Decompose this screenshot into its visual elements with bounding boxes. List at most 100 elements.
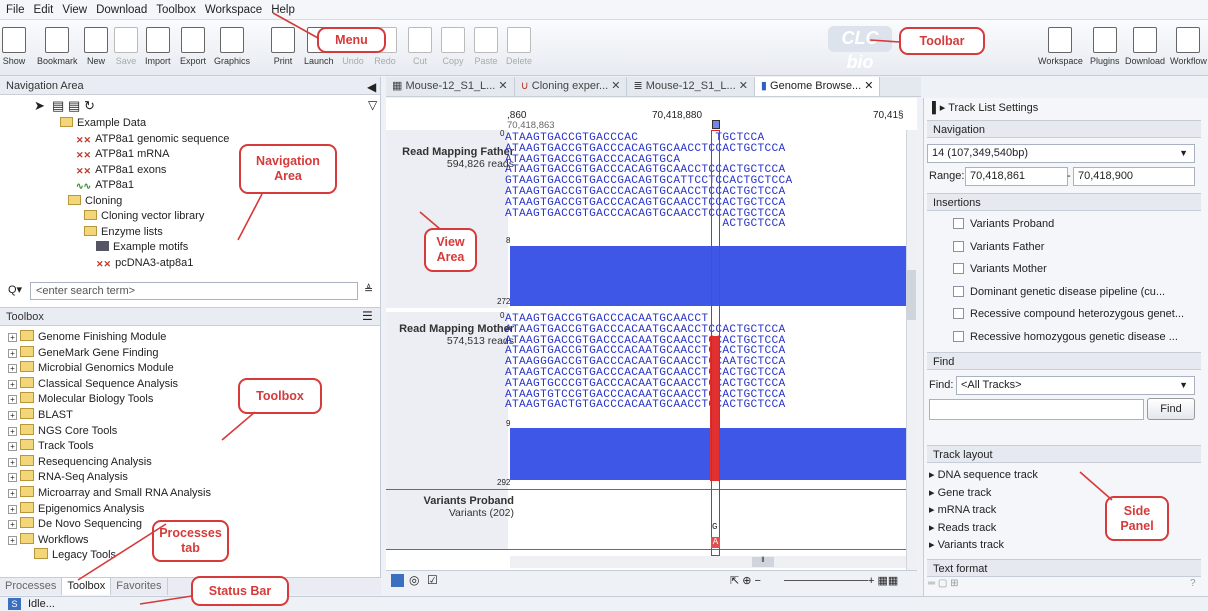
tab-mouse-2[interactable]: ≣ Mouse-12_S1_L... ✕ <box>627 77 755 96</box>
track-layout-section-header[interactable]: Track layout <box>927 445 1201 463</box>
horizontal-scroll-thumb[interactable]: ⫴ <box>752 557 774 567</box>
insertion-checkbox[interactable]: Variants Father <box>953 240 1044 253</box>
menu-help[interactable]: Help <box>271 4 295 16</box>
workflow-button[interactable]: Workflow <box>1170 27 1207 66</box>
track-layout-item[interactable]: ▸ DNA sequence track <box>929 468 1038 481</box>
expand-icon[interactable]: + <box>8 333 17 342</box>
menu-file[interactable]: File <box>6 4 25 16</box>
tab-processes[interactable]: Processes <box>0 578 63 595</box>
find-input[interactable] <box>929 399 1144 420</box>
help-icon[interactable]: ? <box>1190 578 1196 589</box>
insertion-checkbox[interactable]: Variants Mother <box>953 263 1047 275</box>
folder-icon[interactable]: ▤ <box>68 98 80 114</box>
insertion-checkbox[interactable]: Dominant genetic disease pipeline (cu... <box>953 285 1165 298</box>
checkbox-icon[interactable] <box>953 263 964 274</box>
download-button[interactable]: Download <box>1125 27 1165 66</box>
checkbox-icon[interactable] <box>953 218 964 229</box>
menu-toolbox[interactable]: Toolbox <box>156 4 196 16</box>
tab-mouse-1[interactable]: ▦ Mouse-12_S1_L... ✕ <box>386 77 515 96</box>
print-button[interactable]: Print <box>271 27 295 66</box>
zoom-in-icon[interactable]: + ▦▦ <box>868 574 898 587</box>
range-from-input[interactable]: 70,418,861 <box>965 167 1068 186</box>
vertical-scrollbar[interactable] <box>906 130 917 570</box>
paste-button[interactable]: Paste <box>474 27 498 66</box>
find-section-header[interactable]: Find <box>927 352 1201 370</box>
chromosome-select[interactable]: 14 (107,349,540bp) ▼ <box>927 144 1195 163</box>
text-format-section-header[interactable]: Text format <box>927 559 1201 577</box>
find-track-select[interactable]: <All Tracks> ▼ <box>956 376 1195 395</box>
menu-workspace[interactable]: Workspace <box>205 4 262 16</box>
copy-button[interactable]: Copy <box>441 27 465 66</box>
find-button[interactable]: Find <box>1147 398 1195 420</box>
view-mode-icon[interactable] <box>391 574 404 587</box>
checkbox-icon[interactable] <box>953 308 964 319</box>
toolbox-item[interactable]: + Track Tools <box>8 439 368 455</box>
collapse-panel-icon[interactable]: ◀ <box>367 80 376 94</box>
tree-item-pcdna3[interactable]: ✕✕ pcDNA3-atp8a1 <box>38 256 368 272</box>
tree-item-enzyme-lists[interactable]: Enzyme lists <box>38 225 368 241</box>
expand-icon[interactable]: + <box>8 379 17 389</box>
expand-icon[interactable]: + <box>8 426 17 436</box>
insertion-checkbox[interactable]: Recessive homozygous genetic disease ... <box>953 330 1178 343</box>
workspace-button[interactable]: Workspace <box>1038 27 1083 66</box>
cut-button[interactable]: Cut <box>408 27 432 66</box>
expand-icon[interactable]: + <box>8 348 17 358</box>
tab-cloning[interactable]: ∪ Cloning exper... ✕ <box>515 77 628 96</box>
tree-item-example-motifs[interactable]: Example motifs <box>38 240 368 256</box>
expand-icon[interactable]: + <box>8 488 17 498</box>
delete-button[interactable]: Delete <box>506 27 532 66</box>
toolbox-item[interactable]: + NGS Core Tools <box>8 423 368 440</box>
insertion-checkbox[interactable]: Recessive compound heterozygous genet... <box>953 308 1184 320</box>
refresh-icon[interactable]: ↻ <box>84 98 95 114</box>
new-button[interactable]: New <box>84 27 108 66</box>
tab-favorites[interactable]: Favorites <box>111 578 168 595</box>
toolbox-menu-icon[interactable]: ☰ <box>362 309 373 323</box>
tab-genome-browser[interactable]: ▮ Genome Browse... ✕ <box>754 77 881 96</box>
checkbox-icon[interactable] <box>953 330 964 342</box>
insertions-section-header[interactable]: Insertions <box>927 193 1201 211</box>
tree-item-example-data[interactable]: Example Data <box>38 116 368 132</box>
toolbox-item[interactable]: + Genome Finishing Module <box>8 330 368 346</box>
toolbox-item[interactable]: + RNA-Seq Analysis <box>8 470 368 486</box>
toolbox-item[interactable]: + Microarray and Small RNA Analysis <box>8 485 368 502</box>
checkbox-icon[interactable] <box>953 240 964 252</box>
track-layout-item[interactable]: ▸ mRNA track <box>929 503 996 516</box>
zoom-tools-icon[interactable]: ⇱ ⊕ − <box>730 574 761 587</box>
track-layout-item[interactable]: ▸ Variants track <box>929 538 1004 551</box>
insertion-checkbox[interactable]: Variants Proband <box>953 218 1054 230</box>
menu-download[interactable]: Download <box>96 4 147 16</box>
navigation-section-header[interactable]: Navigation <box>927 120 1201 138</box>
expand-icon[interactable]: + <box>8 457 17 467</box>
expand-icon[interactable]: + <box>8 520 17 530</box>
tab-toolbox[interactable]: Toolbox <box>62 578 112 595</box>
show-button[interactable]: Show <box>2 27 26 66</box>
bookmark-button[interactable]: Bookmark <box>37 27 78 66</box>
range-to-input[interactable]: 70,418,900 <box>1073 167 1195 186</box>
save-button[interactable]: Save <box>114 27 138 66</box>
export-button[interactable]: Export <box>180 27 206 66</box>
expand-icon[interactable]: + <box>8 473 17 483</box>
panel-footer-icons[interactable]: ═ ▢ ⊞ <box>928 578 958 589</box>
horizontal-scrollbar[interactable] <box>510 556 906 568</box>
navigation-search-input[interactable]: <enter search term> <box>30 282 358 300</box>
expand-icon[interactable]: + <box>8 395 17 405</box>
toolbox-item[interactable]: + GeneMark Gene Finding <box>8 345 368 362</box>
track-layout-item[interactable]: ▸ Reads track <box>929 521 996 534</box>
search-menu-icon[interactable]: ≜ <box>364 283 373 296</box>
expand-icon[interactable]: + <box>8 504 17 514</box>
checkbox-icon[interactable] <box>953 285 964 297</box>
expand-icon[interactable]: + <box>8 535 17 545</box>
select-icon[interactable]: ➤ <box>34 98 45 114</box>
search-options-icon[interactable]: Q▾ <box>8 283 22 296</box>
expand-icon[interactable]: + <box>8 364 17 374</box>
import-button[interactable]: Import <box>145 27 171 66</box>
expand-icon[interactable]: + <box>8 442 17 452</box>
graphics-button[interactable]: Graphics <box>214 27 250 66</box>
menu-edit[interactable]: Edit <box>34 4 54 16</box>
track-layout-item[interactable]: ▸ Gene track <box>929 486 991 499</box>
toolbox-item[interactable]: + Microbial Genomics Module <box>8 361 368 377</box>
menu-view[interactable]: View <box>62 4 87 16</box>
plugins-button[interactable]: Plugins <box>1090 27 1120 66</box>
toolbox-item[interactable]: + Resequencing Analysis <box>8 454 368 471</box>
toolbox-item[interactable]: + Epigenomics Analysis <box>8 501 368 518</box>
